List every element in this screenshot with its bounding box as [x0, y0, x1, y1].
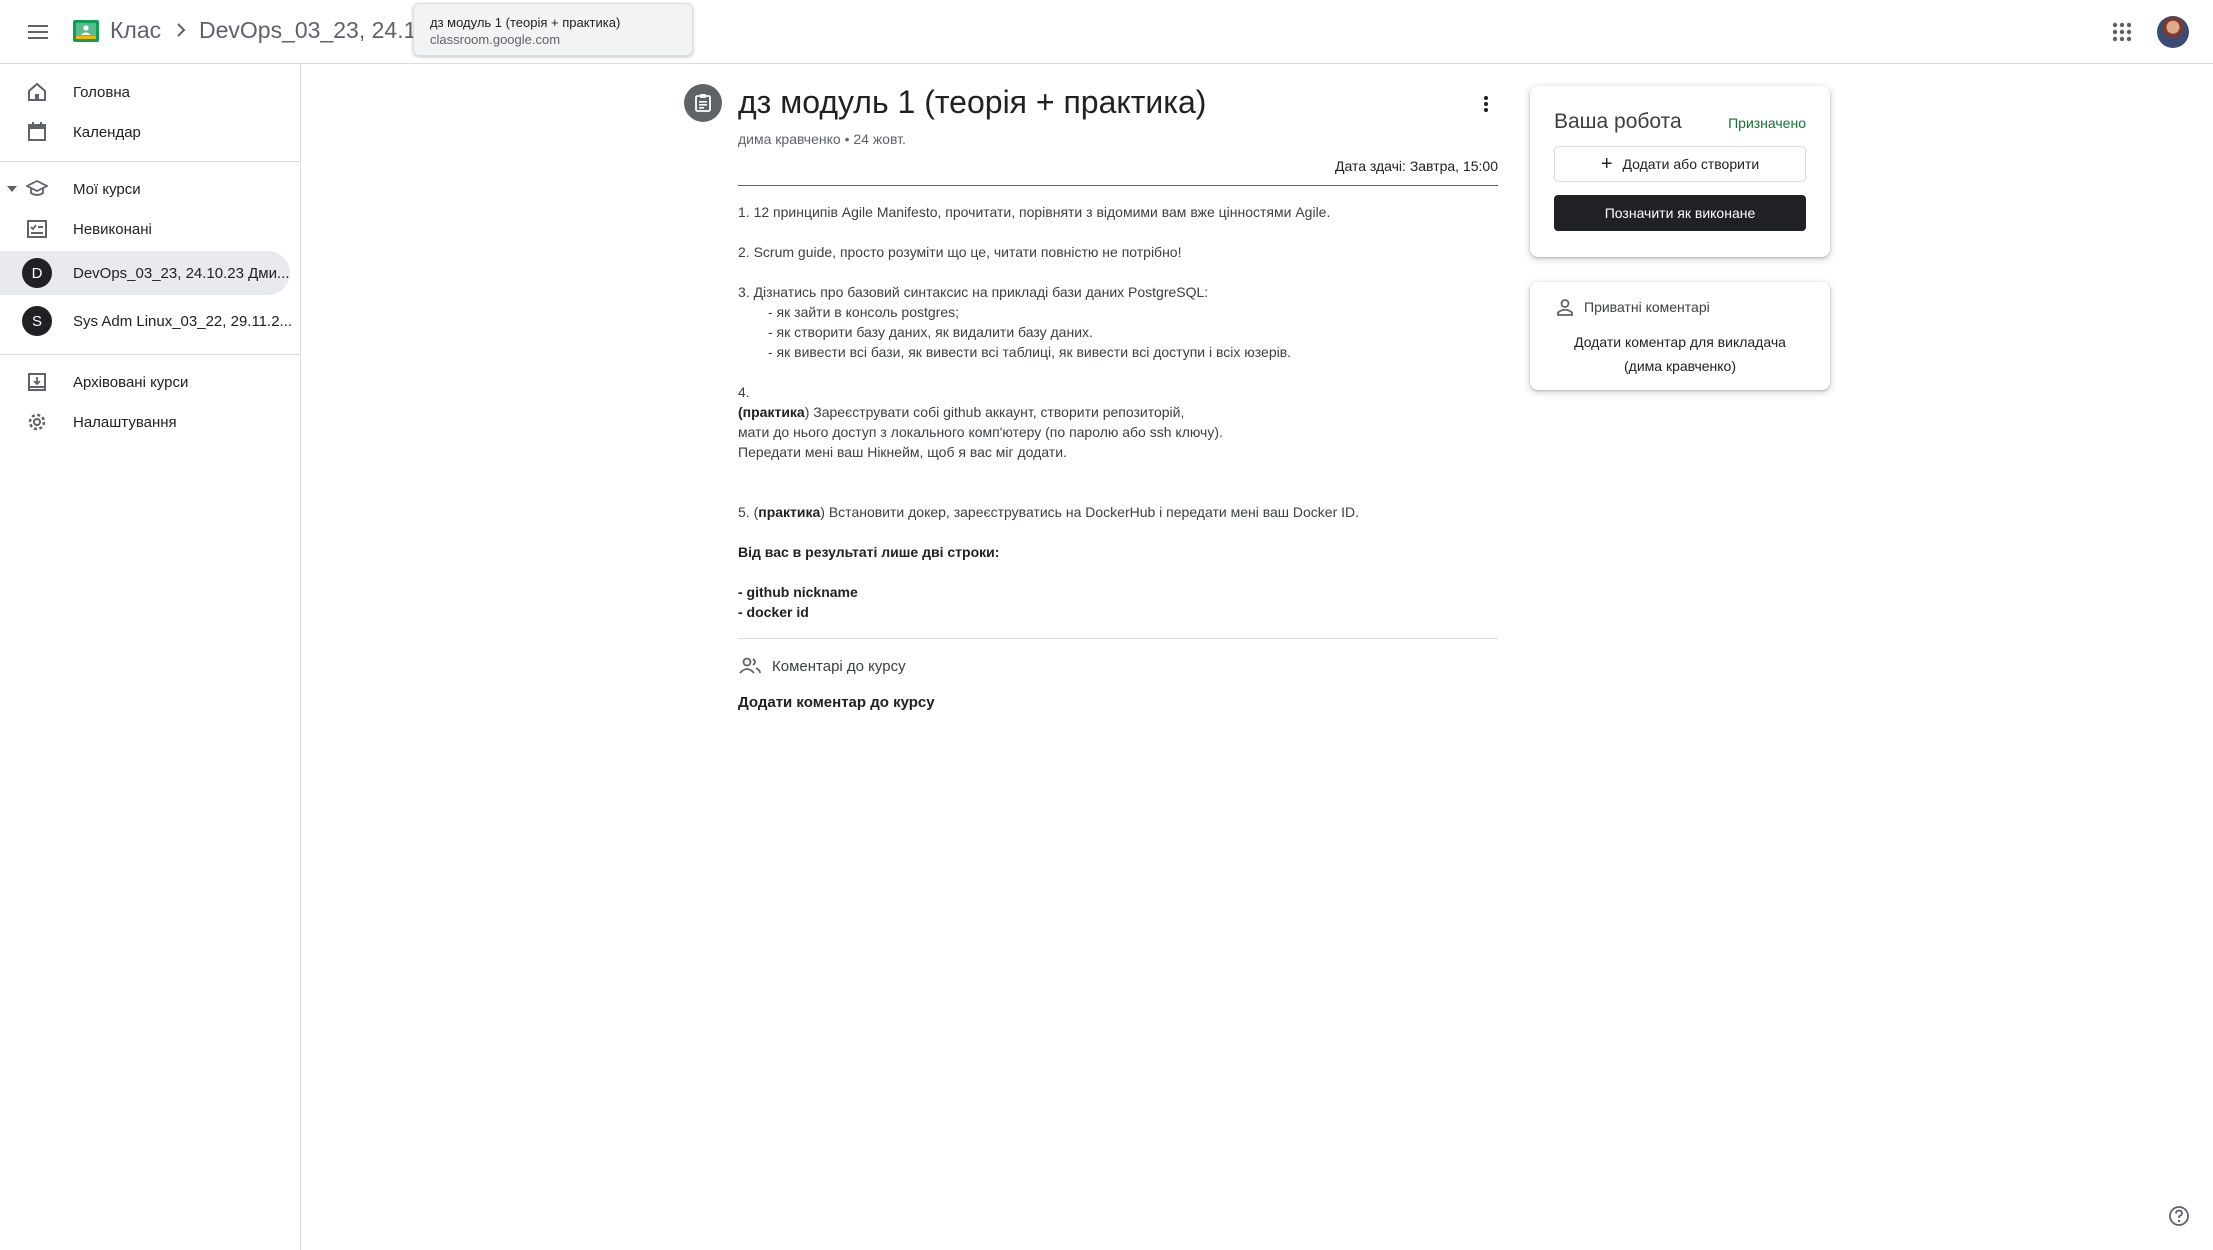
description-line: Від вас в результаті лише дві строки:: [738, 542, 999, 562]
breadcrumb-course[interactable]: DevOps_03_23, 24.10.: [199, 17, 414, 44]
description-line: 3. Дізнатись про базовий синтаксис на пр…: [738, 284, 1209, 300]
course-avatar: S: [22, 306, 52, 336]
description-text: 5. (: [738, 504, 759, 520]
sidebar-divider: [0, 354, 301, 355]
private-comments-label: Приватні коментарі: [1584, 299, 1710, 315]
expand-caret-icon[interactable]: [7, 186, 17, 192]
add-private-comment-line2: (дима кравченко): [1624, 358, 1736, 374]
user-avatar[interactable]: [2157, 16, 2189, 48]
description-line: - як створити базу даних, як видалити ба…: [768, 324, 1093, 340]
private-comments-header: Приватні коментарі: [1556, 298, 1710, 316]
home-icon: [28, 82, 46, 101]
sidebar-divider: [0, 161, 301, 162]
description-line: - як зайти в консоль postgres;: [768, 304, 959, 320]
assignment-meta: дима кравченко • 24 жовт.: [738, 131, 906, 147]
mark-as-done-button[interactable]: Позначити як виконане: [1554, 195, 1806, 231]
sidebar-item-label: Головна: [73, 83, 130, 101]
menu-icon: [28, 25, 48, 39]
classroom-logo-icon[interactable]: [73, 20, 99, 42]
result-item: - docker id: [738, 604, 809, 620]
sidebar-item-calendar[interactable]: Календар: [0, 112, 290, 152]
description-line: 5. (практика) Встановити докер, зареєстр…: [738, 502, 1359, 522]
add-or-create-button[interactable]: + Додати або створити: [1554, 146, 1806, 182]
sidebar-item-course-sysadm[interactable]: S Sys Adm Linux_03_22, 29.11.2...: [0, 299, 293, 343]
description-line: - як вивести всі бази, як вивести всі та…: [768, 344, 1292, 360]
description-line: - docker id: [738, 602, 809, 622]
add-private-comment-line1: Додати коментар для викладача: [1574, 334, 1786, 350]
comments-divider: [738, 638, 1498, 639]
top-bar: Клас DevOps_03_23, 24.10. дз модуль 1 (т…: [0, 0, 2213, 64]
your-work-title: Ваша робота: [1554, 110, 1682, 133]
description-text: ) Встановити докер, зареєструватись на D…: [820, 504, 1360, 520]
sidebar-item-label: DevOps_03_23, 24.10.23 Дми...: [73, 264, 290, 282]
chevron-right-icon: [177, 23, 186, 37]
description-line: мати до нього доступ з локального комп'ю…: [738, 424, 1223, 440]
sidebar-item-todo[interactable]: Невиконані: [0, 209, 290, 249]
sidebar-item-archived[interactable]: Архівовані курси: [0, 362, 290, 402]
status-badge: Призначено: [1728, 115, 1806, 131]
help-icon[interactable]: [2168, 1205, 2190, 1227]
sidebar-item-label: Sys Adm Linux_03_22, 29.11.2...: [73, 312, 293, 330]
your-work-card: Ваша робота Призначено + Додати або ство…: [1530, 86, 1830, 257]
more-vert-icon: [1484, 96, 1488, 112]
description-line: 1. 12 принципів Agile Manifesto, прочита…: [738, 204, 1331, 220]
person-icon: [1557, 299, 1573, 316]
result-item: - github nickname: [738, 584, 858, 600]
bold-practice: (практика: [738, 404, 805, 420]
description-text: ) Зареєструвати собі github аккаунт, ств…: [804, 404, 1185, 420]
calendar-icon: [28, 122, 46, 141]
sidebar-item-label: Налаштування: [73, 413, 177, 431]
tooltip-title: дз модуль 1 (теорія + практика): [430, 15, 621, 30]
add-or-create-label: Додати або створити: [1622, 156, 1760, 172]
sidebar-item-home[interactable]: Головна: [0, 72, 290, 112]
bold-practice: практика: [758, 504, 821, 520]
sidebar-item-my-courses[interactable]: Мої курси: [0, 169, 290, 209]
description-line: (практика) Зареєструвати собі github акк…: [738, 402, 1184, 422]
tooltip-url: classroom.google.com: [430, 32, 561, 47]
sidebar: Головна Календар Мої курси Невиконані D …: [0, 64, 301, 1250]
description-line: Передати мені ваш Нікнейм, щоб я вас міг…: [738, 444, 1067, 460]
more-options-button[interactable]: [1472, 90, 1500, 118]
breadcrumb-app[interactable]: Клас: [110, 17, 161, 44]
school-icon: [26, 179, 48, 196]
result-heading: Від вас в результаті лише дві строки:: [738, 544, 1000, 560]
sidebar-item-label: Мої курси: [73, 180, 141, 198]
tab-tooltip: дз модуль 1 (теорія + практика) classroo…: [413, 3, 693, 56]
private-comments-card: Приватні коментарі Додати коментар для в…: [1530, 282, 1830, 390]
plus-icon: +: [1600, 153, 1613, 175]
description-line: 4.: [738, 384, 750, 400]
archive-icon: [28, 373, 46, 391]
assignment-icon: [684, 84, 722, 122]
class-comments-label: Коментарі до курсу: [772, 657, 906, 675]
sidebar-item-label: Календар: [73, 123, 141, 141]
settings-icon: [28, 413, 46, 431]
course-avatar: D: [22, 258, 52, 288]
class-comments-header: Коментарі до курсу: [738, 656, 906, 676]
title-divider: [738, 185, 1498, 186]
apps-grid-icon[interactable]: [2108, 18, 2136, 46]
sidebar-item-label: Архівовані курси: [73, 373, 189, 391]
page-title: дз модуль 1 (теорія + практика): [738, 84, 1207, 120]
sidebar-item-label: Невиконані: [73, 220, 152, 238]
sidebar-item-course-devops[interactable]: D DevOps_03_23, 24.10.23 Дми...: [0, 251, 290, 295]
description-line: - github nickname: [738, 582, 858, 602]
description-line: 2. Scrum guide, просто розуміти що це, ч…: [738, 244, 1182, 260]
todo-icon: [27, 220, 47, 238]
add-class-comment-link[interactable]: Додати коментар до курсу: [738, 694, 935, 711]
add-private-comment-link[interactable]: Додати коментар для викладача (дима крав…: [1530, 330, 1830, 378]
people-icon: [739, 657, 761, 674]
due-date: Дата здачі: Завтра, 15:00: [1334, 158, 1498, 174]
main-menu-button[interactable]: [20, 14, 56, 50]
sidebar-item-settings[interactable]: Налаштування: [0, 402, 290, 442]
